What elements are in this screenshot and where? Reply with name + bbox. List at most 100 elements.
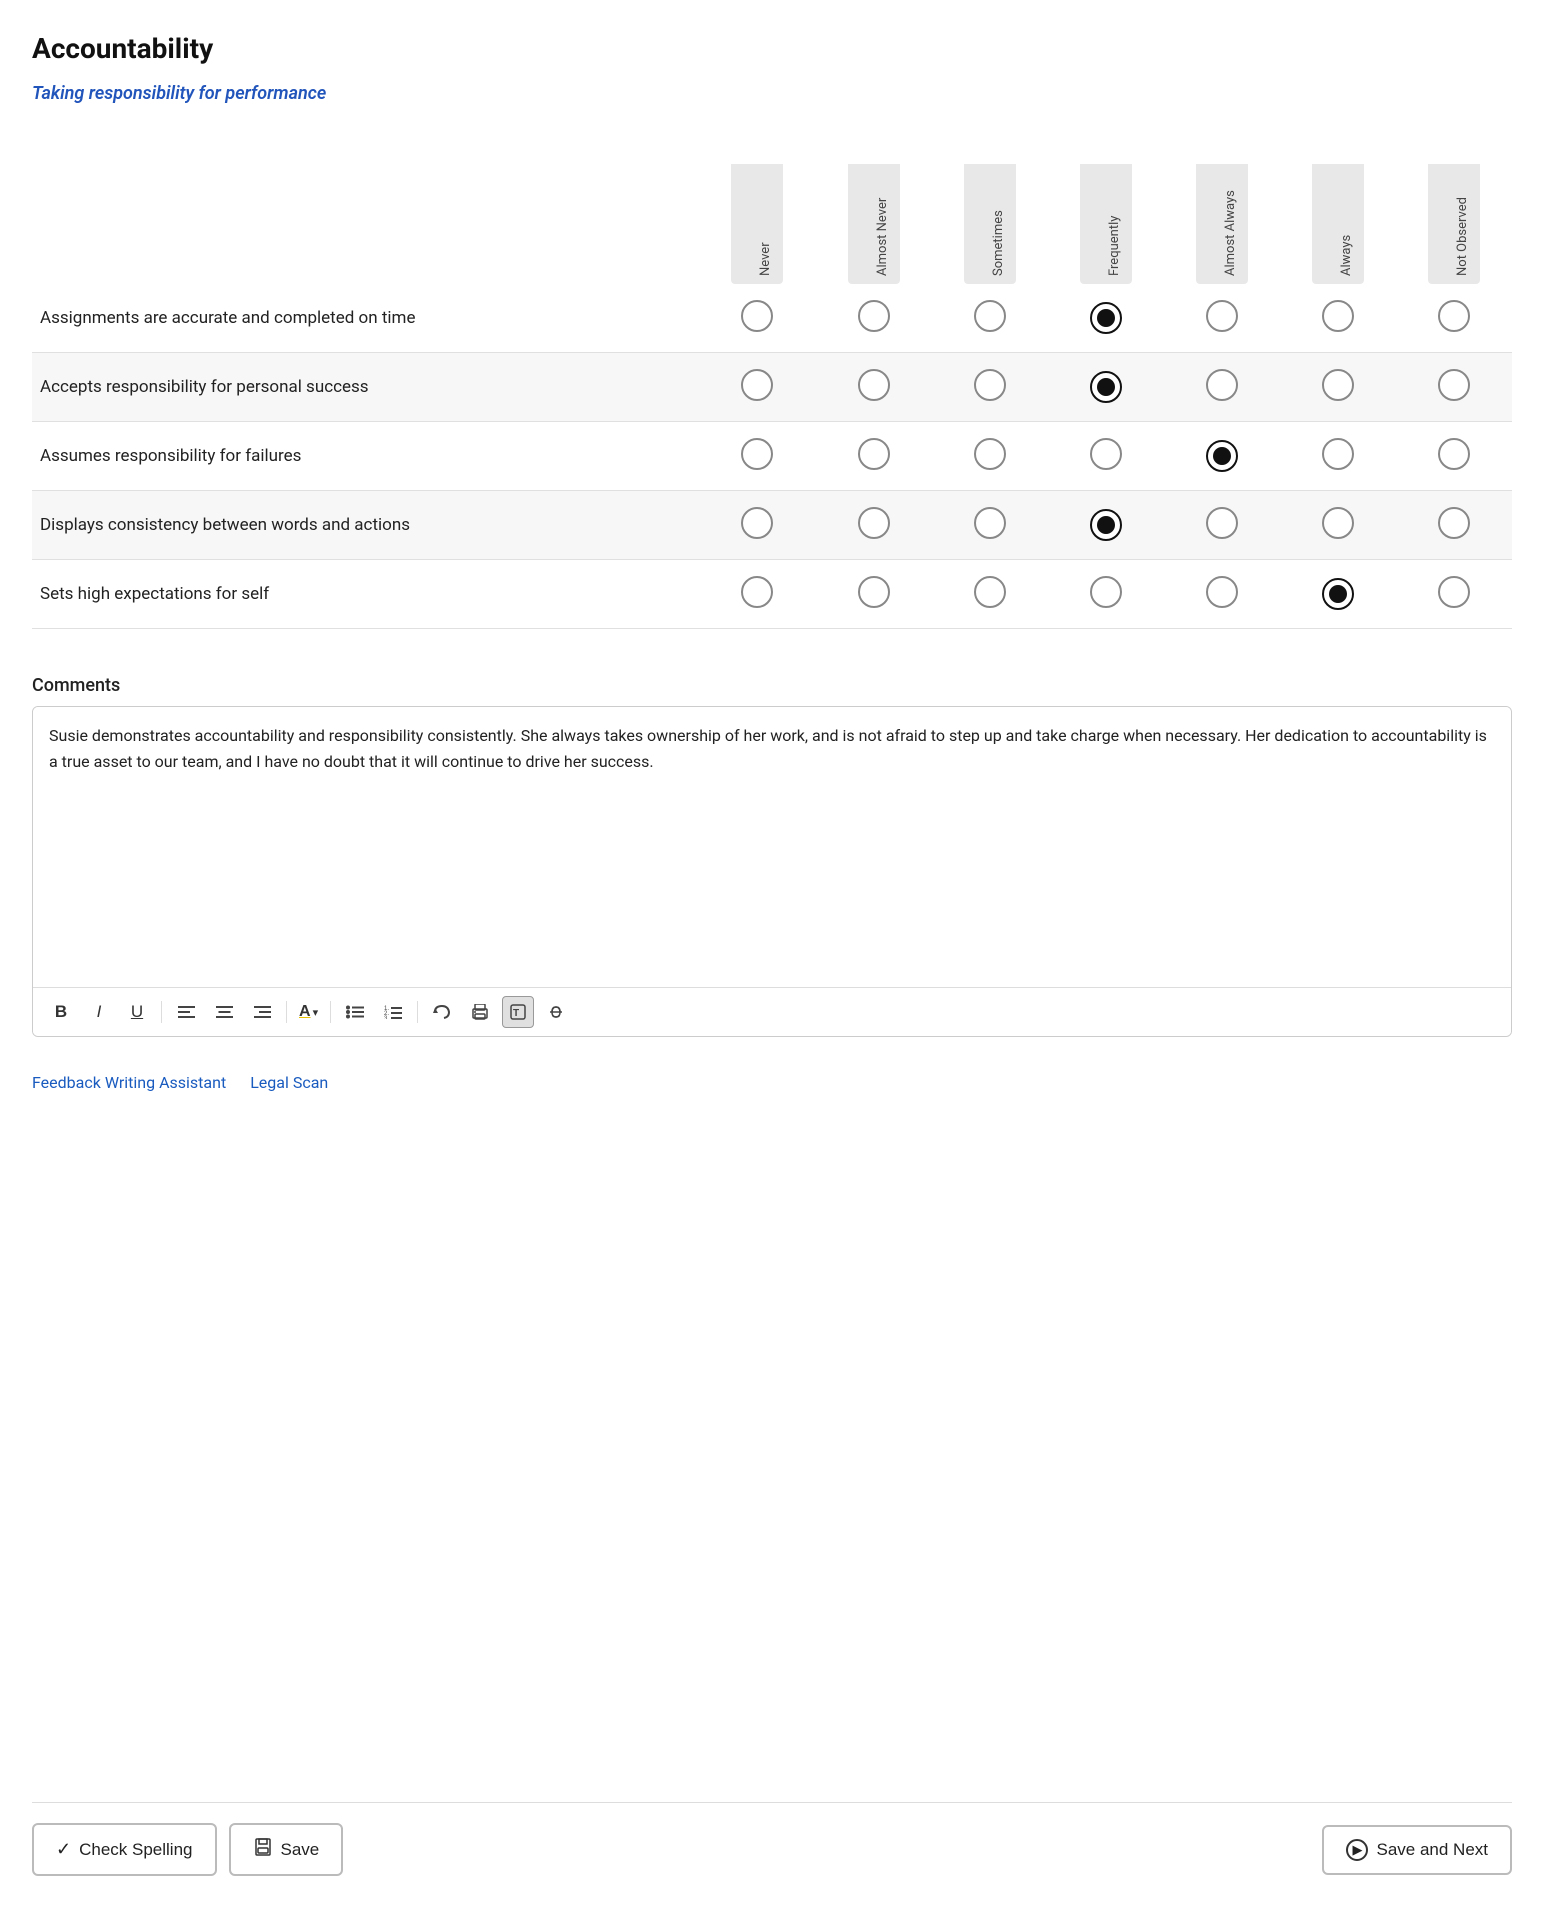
color-picker-button[interactable]: A ▾ <box>295 999 322 1025</box>
radio-btn-1-0[interactable] <box>741 369 773 401</box>
radio-cell-0-5[interactable] <box>1280 284 1396 353</box>
radio-btn-4-1[interactable] <box>858 576 890 608</box>
bullet-list-button[interactable] <box>339 996 371 1028</box>
radio-cell-0-1[interactable] <box>816 284 932 353</box>
underline-button[interactable]: U <box>121 996 153 1028</box>
radio-cell-4-2[interactable] <box>932 560 1048 629</box>
radio-cell-2-0[interactable] <box>699 422 815 491</box>
radio-btn-1-6[interactable] <box>1438 369 1470 401</box>
radio-cell-2-2[interactable] <box>932 422 1048 491</box>
radio-btn-0-1[interactable] <box>858 300 890 332</box>
radio-cell-4-1[interactable] <box>816 560 932 629</box>
print-button[interactable] <box>464 996 496 1028</box>
radio-btn-2-2[interactable] <box>974 438 1006 470</box>
radio-btn-1-2[interactable] <box>974 369 1006 401</box>
radio-btn-2-6[interactable] <box>1438 438 1470 470</box>
legal-scan-link[interactable]: Legal Scan <box>250 1073 328 1092</box>
save-and-next-label: Save and Next <box>1376 1840 1488 1860</box>
radio-btn-3-2[interactable] <box>974 507 1006 539</box>
radio-btn-2-3[interactable] <box>1090 438 1122 470</box>
radio-cell-3-1[interactable] <box>816 491 932 560</box>
radio-cell-1-6[interactable] <box>1396 353 1512 422</box>
page-title: Accountability <box>32 32 1512 65</box>
radio-cell-3-0[interactable] <box>699 491 815 560</box>
save-and-next-button[interactable]: ▶ Save and Next <box>1322 1825 1512 1875</box>
radio-cell-3-3[interactable] <box>1048 491 1164 560</box>
radio-cell-1-4[interactable] <box>1164 353 1280 422</box>
radio-cell-3-6[interactable] <box>1396 491 1512 560</box>
editor-toolbar: B I U A ▾ <box>33 987 1511 1036</box>
ordered-list-button[interactable]: 1.2.3. <box>377 996 409 1028</box>
check-spelling-label: Check Spelling <box>79 1840 192 1860</box>
radio-btn-2-4[interactable] <box>1206 440 1238 472</box>
radio-cell-2-5[interactable] <box>1280 422 1396 491</box>
align-left-button[interactable] <box>170 996 202 1028</box>
col-header-2: Sometimes <box>932 144 1048 284</box>
align-right-button[interactable] <box>246 996 278 1028</box>
radio-btn-1-1[interactable] <box>858 369 890 401</box>
radio-btn-0-3[interactable] <box>1090 302 1122 334</box>
radio-btn-3-0[interactable] <box>741 507 773 539</box>
radio-btn-0-0[interactable] <box>741 300 773 332</box>
table-header-row: NeverAlmost NeverSometimesFrequentlyAlmo… <box>32 144 1512 284</box>
radio-btn-1-3[interactable] <box>1090 371 1122 403</box>
radio-cell-1-2[interactable] <box>932 353 1048 422</box>
radio-cell-4-4[interactable] <box>1164 560 1280 629</box>
radio-cell-0-0[interactable] <box>699 284 815 353</box>
link-button[interactable] <box>540 996 572 1028</box>
save-button[interactable]: Save <box>229 1823 344 1876</box>
radio-btn-3-6[interactable] <box>1438 507 1470 539</box>
radio-btn-3-5[interactable] <box>1322 507 1354 539</box>
radio-btn-3-3[interactable] <box>1090 509 1122 541</box>
radio-cell-0-3[interactable] <box>1048 284 1164 353</box>
insert-text-button[interactable]: T <box>502 996 534 1028</box>
radio-cell-0-4[interactable] <box>1164 284 1280 353</box>
radio-cell-4-6[interactable] <box>1396 560 1512 629</box>
radio-btn-2-5[interactable] <box>1322 438 1354 470</box>
radio-btn-3-4[interactable] <box>1206 507 1238 539</box>
radio-cell-0-2[interactable] <box>932 284 1048 353</box>
radio-btn-1-5[interactable] <box>1322 369 1354 401</box>
undo-button[interactable] <box>426 996 458 1028</box>
radio-btn-0-6[interactable] <box>1438 300 1470 332</box>
radio-btn-1-4[interactable] <box>1206 369 1238 401</box>
divider-1 <box>161 1001 162 1023</box>
radio-btn-0-2[interactable] <box>974 300 1006 332</box>
spellcheck-icon: ✓ <box>56 1839 71 1860</box>
italic-button[interactable]: I <box>83 996 115 1028</box>
radio-cell-0-6[interactable] <box>1396 284 1512 353</box>
radio-cell-2-6[interactable] <box>1396 422 1512 491</box>
radio-cell-1-0[interactable] <box>699 353 815 422</box>
feedback-writing-assistant-link[interactable]: Feedback Writing Assistant <box>32 1073 226 1092</box>
save-label: Save <box>281 1840 320 1860</box>
radio-btn-3-1[interactable] <box>858 507 890 539</box>
radio-btn-4-6[interactable] <box>1438 576 1470 608</box>
radio-btn-4-0[interactable] <box>741 576 773 608</box>
radio-btn-2-0[interactable] <box>741 438 773 470</box>
align-center-button[interactable] <box>208 996 240 1028</box>
radio-btn-0-4[interactable] <box>1206 300 1238 332</box>
radio-cell-3-4[interactable] <box>1164 491 1280 560</box>
radio-cell-1-1[interactable] <box>816 353 932 422</box>
radio-btn-2-1[interactable] <box>858 438 890 470</box>
radio-btn-4-4[interactable] <box>1206 576 1238 608</box>
radio-btn-4-3[interactable] <box>1090 576 1122 608</box>
radio-cell-1-3[interactable] <box>1048 353 1164 422</box>
divider-2 <box>286 1001 287 1023</box>
radio-cell-4-5[interactable] <box>1280 560 1396 629</box>
radio-cell-2-1[interactable] <box>816 422 932 491</box>
radio-btn-0-5[interactable] <box>1322 300 1354 332</box>
radio-cell-2-4[interactable] <box>1164 422 1280 491</box>
radio-cell-4-3[interactable] <box>1048 560 1164 629</box>
check-spelling-button[interactable]: ✓ Check Spelling <box>32 1823 217 1876</box>
radio-btn-4-2[interactable] <box>974 576 1006 608</box>
col-header-0: Never <box>699 144 815 284</box>
radio-cell-3-2[interactable] <box>932 491 1048 560</box>
bold-button[interactable]: B <box>45 996 77 1028</box>
radio-cell-3-5[interactable] <box>1280 491 1396 560</box>
comments-textarea[interactable]: Susie demonstrates accountability and re… <box>33 707 1511 987</box>
radio-cell-4-0[interactable] <box>699 560 815 629</box>
radio-cell-2-3[interactable] <box>1048 422 1164 491</box>
radio-cell-1-5[interactable] <box>1280 353 1396 422</box>
radio-btn-4-5[interactable] <box>1322 578 1354 610</box>
